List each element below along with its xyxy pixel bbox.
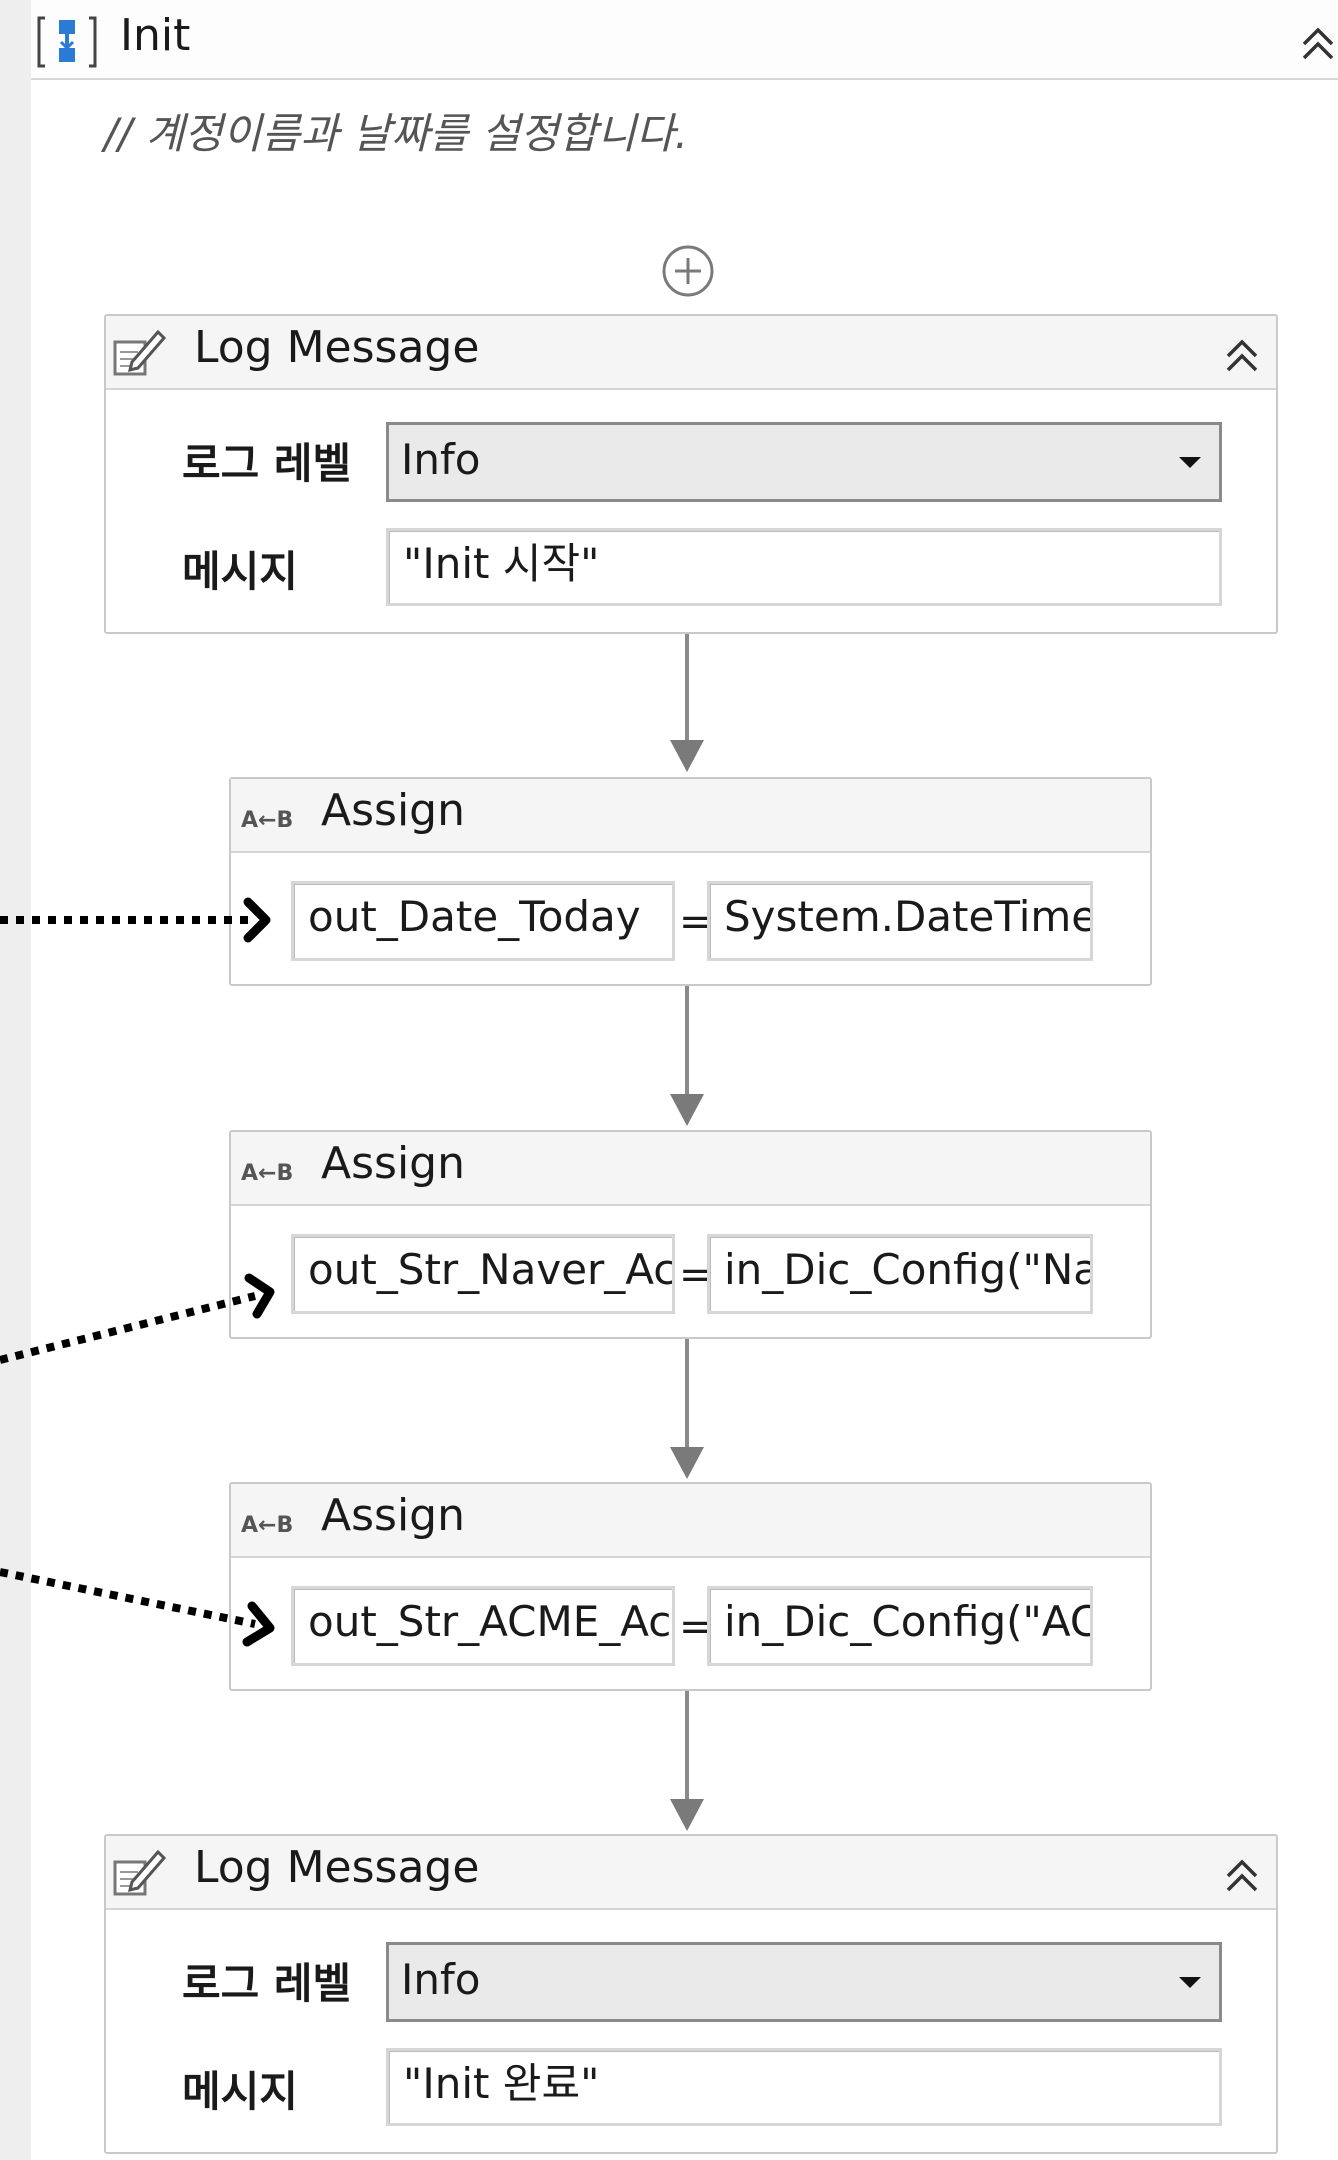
activity-title: Log Message: [194, 1842, 480, 1893]
activity-title: Assign: [321, 1138, 465, 1189]
assign-to-input[interactable]: out_Date_Today: [291, 881, 675, 961]
message-label: 메시지: [182, 2067, 298, 2116]
log-level-value: Info: [401, 1955, 481, 2004]
activity-header[interactable]: Log Message: [106, 1836, 1276, 1910]
assign-value-input[interactable]: System.DateTime.I: [707, 881, 1093, 961]
assign-activity[interactable]: A←B Assign out_Str_Naver_Acc = in_Dic_Co…: [229, 1130, 1152, 1339]
connector-arrow-icon: [670, 740, 704, 772]
connector-line: [685, 634, 689, 740]
assign-to-input[interactable]: out_Str_Naver_Acc: [291, 1234, 675, 1314]
log-level-select[interactable]: Info: [386, 422, 1222, 502]
activity-title: Assign: [321, 1490, 465, 1541]
assign-to-input[interactable]: out_Str_ACME_Acc: [291, 1586, 675, 1666]
log-level-select[interactable]: Info: [386, 1942, 1222, 2022]
dropdown-arrow-icon[interactable]: [1179, 1977, 1201, 1988]
message-input[interactable]: "Init 완료": [386, 2048, 1222, 2126]
assign-value-input[interactable]: in_Dic_Config("Na: [707, 1234, 1093, 1314]
activity-header[interactable]: A←B Assign: [231, 779, 1150, 853]
double-chevron-up-icon[interactable]: [1296, 20, 1338, 64]
add-circle-icon[interactable]: [661, 244, 715, 298]
assign-value-input[interactable]: in_Dic_Config("AC: [707, 1586, 1093, 1666]
annotation-arrow-1: [0, 897, 271, 943]
dropdown-arrow-icon[interactable]: [1179, 457, 1201, 468]
log-level-label: 로그 레벨: [182, 1959, 352, 2008]
annotation-arrows: [0, 897, 275, 1647]
activity-title: Assign: [321, 785, 465, 836]
log-message-activity[interactable]: Log Message 로그 레벨 Info 메시지 "Init 완료": [104, 1834, 1278, 2154]
assign-activity[interactable]: A←B Assign out_Str_ACME_Acc = in_Dic_Con…: [229, 1482, 1152, 1691]
connector-arrow-icon: [670, 1447, 704, 1479]
log-message-icon: [112, 1848, 167, 1898]
activity-header[interactable]: A←B Assign: [231, 1132, 1150, 1206]
assign-activity[interactable]: A←B Assign out_Date_Today = System.DateT…: [229, 777, 1152, 986]
log-level-value: Info: [401, 435, 481, 484]
message-input[interactable]: "Init 시작": [386, 528, 1222, 606]
connector-line: [685, 986, 689, 1094]
annotation-arrow-2: [0, 1273, 275, 1364]
connector-line: [685, 1691, 689, 1799]
double-chevron-up-icon[interactable]: [1220, 1852, 1264, 1896]
annotation-arrow-3: [0, 1568, 275, 1647]
connector-arrow-icon: [670, 1799, 704, 1831]
double-chevron-up-icon[interactable]: [1220, 332, 1264, 376]
connector-arrow-icon: [670, 1094, 704, 1126]
activity-header[interactable]: A←B Assign: [231, 1484, 1150, 1558]
connector-line: [685, 1339, 689, 1447]
